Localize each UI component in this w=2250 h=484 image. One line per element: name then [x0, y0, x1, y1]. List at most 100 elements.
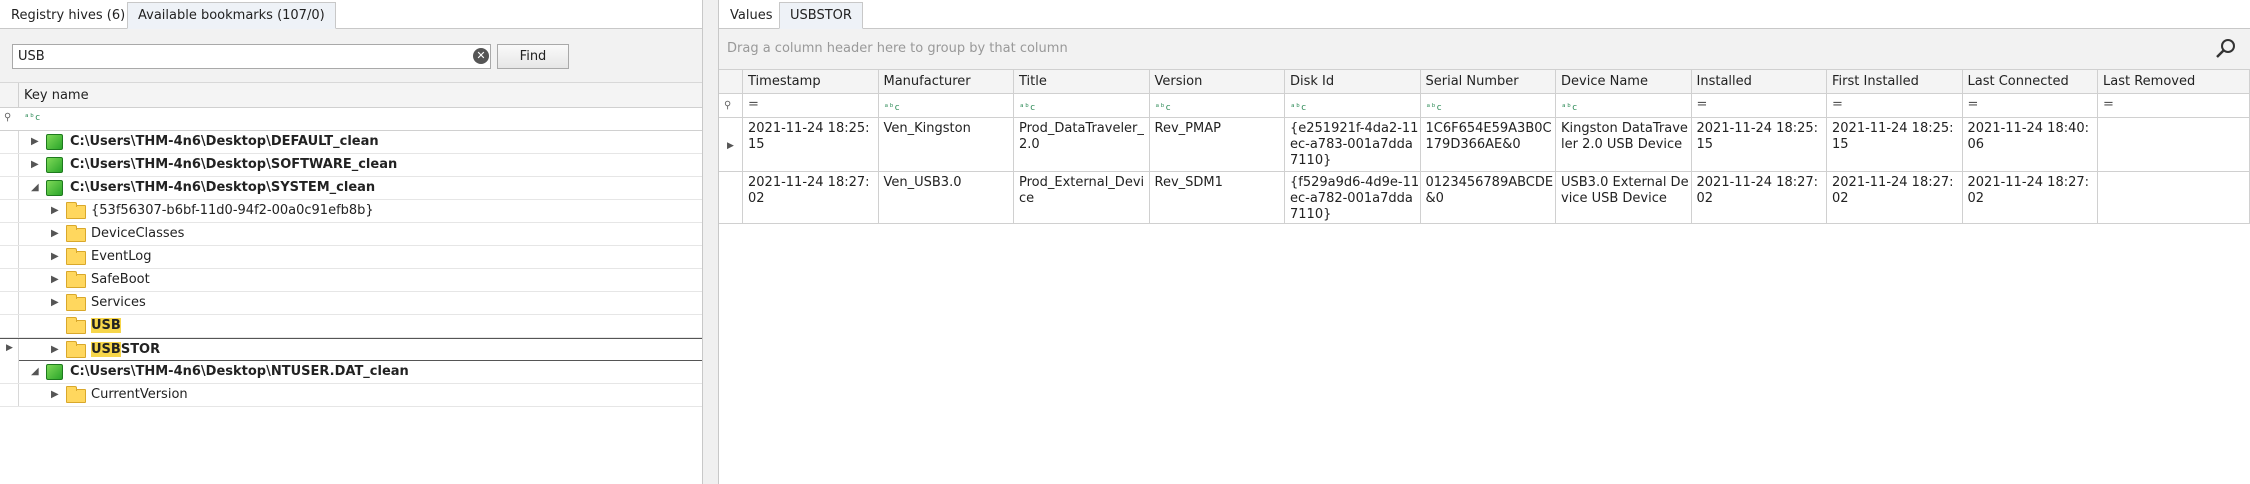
tree-node-key[interactable]: ▶ {53f56307-b6bf-11d0-94f2-00a0c91efb8b} [0, 200, 702, 223]
tab-registry-hives[interactable]: Registry hives (6) [0, 2, 136, 29]
cell-timestamp[interactable]: 2021-11-24 18:27:02 [743, 172, 879, 223]
tab-values[interactable]: Values [719, 2, 783, 29]
collapse-arrow-icon[interactable]: ◢ [31, 182, 39, 193]
table-row[interactable]: 2021-11-24 18:27:02 Ven_USB3.0 Prod_Extern… [719, 172, 2250, 224]
expand-arrow-icon[interactable]: ▶ [51, 251, 59, 262]
filter-cell-serial-number[interactable]: ᵃᵇc [1421, 94, 1556, 117]
cell-last-removed[interactable] [2098, 172, 2250, 223]
search-input[interactable]: USB [12, 44, 491, 69]
abc-filter-icon[interactable]: ᵃᵇc [24, 113, 40, 123]
table-row[interactable]: ▶ 2021-11-24 18:25:15 Ven_Kingston Prod_Dat… [719, 118, 2250, 172]
key-name-column-header[interactable]: Key name [0, 83, 702, 108]
column-header-last-connected[interactable]: Last Connected [1963, 70, 2098, 93]
cell-first-installed[interactable]: 2021-11-24 18:27:02 [1827, 172, 1963, 223]
tree-node-key[interactable]: ▶ CurrentVersion [0, 384, 702, 407]
abc-filter-icon: ᵃᵇc [1154, 103, 1171, 113]
folder-icon [66, 317, 86, 334]
expand-arrow-icon[interactable]: ▶ [51, 205, 59, 216]
tab-available-bookmarks[interactable]: Available bookmarks (107/0) [127, 2, 336, 29]
filter-cell-version[interactable]: ᵃᵇc [1150, 94, 1285, 117]
tree-node-hive[interactable]: ▶ C:\Users\THM-4n6\Desktop\SOFTWARE_clea… [0, 154, 702, 177]
tree-filter-row[interactable]: ⚲ ᵃᵇc [0, 108, 702, 131]
expand-arrow-icon[interactable]: ▶ [31, 159, 39, 170]
filter-cell-title[interactable]: ᵃᵇc [1014, 94, 1150, 117]
cell-last-removed[interactable] [2098, 118, 2250, 171]
tree-node-hive[interactable]: ◢ C:\Users\THM-4n6\Desktop\SYSTEM_clean [0, 177, 702, 200]
tree-node-hive[interactable]: ◢ C:\Users\THM-4n6\Desktop\NTUSER.DAT_cl… [0, 361, 702, 384]
key-name-label: Key name [24, 88, 89, 103]
expand-arrow-icon[interactable]: ▶ [51, 389, 59, 400]
collapse-arrow-icon[interactable]: ◢ [31, 366, 39, 377]
column-header-manufacturer[interactable]: Manufacturer [879, 70, 1014, 93]
abc-filter-icon: ᵃᵇc [1561, 103, 1578, 113]
column-header-title[interactable]: Title [1014, 70, 1150, 93]
column-header-device-name[interactable]: Device Name [1556, 70, 1692, 93]
column-header-serial-number[interactable]: Serial Number [1421, 70, 1556, 93]
cell-serial-number[interactable]: 1C6F654E59A3B0C179D366AE&0 [1421, 118, 1556, 171]
grid-filter-row[interactable]: ⚲ = ᵃᵇc ᵃᵇc ᵃᵇc ᵃᵇc ᵃᵇc ᵃᵇc = = = = [719, 94, 2250, 118]
pin-icon[interactable]: ⚲ [4, 112, 11, 123]
abc-filter-icon: ᵃᵇc [1290, 103, 1307, 113]
tree-node-key[interactable]: ▶ Services [0, 292, 702, 315]
tab-usbstor[interactable]: USBSTOR [779, 2, 863, 29]
expand-arrow-icon[interactable]: ▶ [51, 297, 59, 308]
tree-node-key[interactable]: ▶ EventLog [0, 246, 702, 269]
cell-serial-number[interactable]: 0123456789ABCDE&0 [1421, 172, 1556, 223]
cell-title[interactable]: Prod_DataTraveler_2.0 [1014, 118, 1150, 171]
hive-icon [46, 180, 63, 196]
panel-splitter[interactable] [702, 0, 719, 484]
equals-filter-icon: = [2103, 97, 2114, 112]
hive-icon [46, 134, 63, 150]
clear-search-icon[interactable]: ✕ [473, 48, 489, 64]
cell-device-name[interactable]: Kingston DataTraveler 2.0 USB Device [1556, 118, 1692, 171]
tree-node-hive[interactable]: ▶ C:\Users\THM-4n6\Desktop\DEFAULT_clean [0, 131, 702, 154]
tree-node-key[interactable]: ▶ DeviceClasses [0, 223, 702, 246]
filter-cell-first-installed[interactable]: = [1827, 94, 1963, 117]
cell-installed[interactable]: 2021-11-24 18:25:15 [1692, 118, 1827, 171]
tree-node-key[interactable]: ▶ SafeBoot [0, 269, 702, 292]
pin-icon[interactable]: ⚲ [719, 94, 743, 117]
grid-indicator-column [719, 70, 743, 93]
group-by-area[interactable]: Drag a column header here to group by th… [719, 29, 2250, 70]
column-header-timestamp[interactable]: Timestamp [743, 70, 879, 93]
filter-cell-installed[interactable]: = [1692, 94, 1827, 117]
expand-arrow-icon[interactable]: ▶ [51, 274, 59, 285]
column-header-installed[interactable]: Installed [1692, 70, 1827, 93]
tree-node-key-usb[interactable]: USB [0, 315, 702, 338]
column-header-disk-id[interactable]: Disk Id [1285, 70, 1421, 93]
cell-manufacturer[interactable]: Ven_USB3.0 [879, 172, 1014, 223]
filter-cell-timestamp[interactable]: = [743, 94, 879, 117]
expand-arrow-icon[interactable]: ▶ [31, 136, 39, 147]
cell-last-connected[interactable]: 2021-11-24 18:40:06 [1963, 118, 2098, 171]
tree-node-key-usbstor[interactable]: ▶ ▶ USBSTOR [0, 338, 702, 361]
filter-cell-last-removed[interactable]: = [2098, 94, 2250, 117]
cell-disk-id[interactable]: {e251921f-4da2-11ec-a783-001a7dda7110} [1285, 118, 1421, 171]
row-indicator[interactable]: ▶ [719, 118, 743, 171]
cell-installed[interactable]: 2021-11-24 18:27:02 [1692, 172, 1827, 223]
cell-last-connected[interactable]: 2021-11-24 18:27:02 [1963, 172, 2098, 223]
cell-title[interactable]: Prod_External_Device [1014, 172, 1150, 223]
cell-timestamp[interactable]: 2021-11-24 18:25:15 [743, 118, 879, 171]
cell-device-name[interactable]: USB3.0 External Device USB Device [1556, 172, 1692, 223]
filter-cell-last-connected[interactable]: = [1963, 94, 2098, 117]
cell-manufacturer[interactable]: Ven_Kingston [879, 118, 1014, 171]
filter-cell-device-name[interactable]: ᵃᵇc [1556, 94, 1692, 117]
expand-arrow-icon[interactable]: ▶ [51, 228, 59, 239]
column-header-first-installed[interactable]: First Installed [1827, 70, 1963, 93]
folder-icon [66, 294, 86, 311]
find-button[interactable]: Find [497, 44, 569, 69]
cell-first-installed[interactable]: 2021-11-24 18:25:15 [1827, 118, 1963, 171]
cell-disk-id[interactable]: {f529a9d6-4d9e-11ec-a782-001a7dda7110} [1285, 172, 1421, 223]
folder-icon [66, 248, 86, 265]
filter-cell-manufacturer[interactable]: ᵃᵇc [879, 94, 1014, 117]
search-icon[interactable] [2215, 38, 2237, 60]
column-header-version[interactable]: Version [1150, 70, 1285, 93]
folder-icon [66, 341, 86, 358]
row-indicator[interactable] [719, 172, 743, 223]
cell-version[interactable]: Rev_SDM1 [1150, 172, 1285, 223]
tree-node-label: SafeBoot [91, 272, 150, 287]
column-header-last-removed[interactable]: Last Removed [2098, 70, 2250, 93]
filter-cell-disk-id[interactable]: ᵃᵇc [1285, 94, 1421, 117]
cell-version[interactable]: Rev_PMAP [1150, 118, 1285, 171]
expand-arrow-icon[interactable]: ▶ [51, 344, 59, 355]
